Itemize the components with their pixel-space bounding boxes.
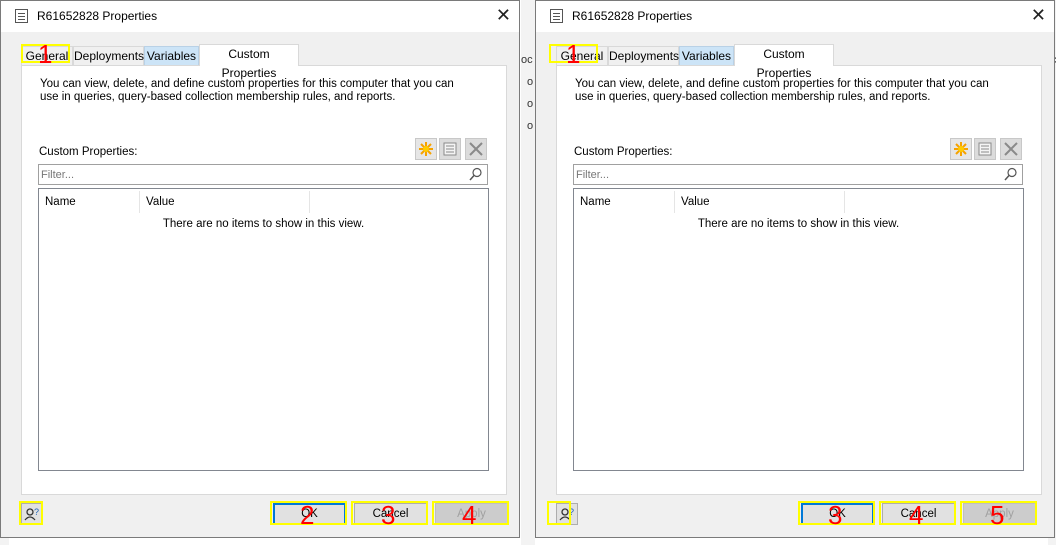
- apply-button[interactable]: Apply: [435, 503, 508, 525]
- apply-button[interactable]: Apply: [963, 503, 1036, 525]
- column-header-value[interactable]: Value: [140, 191, 310, 213]
- properties-icon: [443, 142, 457, 156]
- new-property-button[interactable]: [415, 138, 437, 160]
- cancel-button[interactable]: Cancel: [882, 503, 955, 525]
- new-star-icon: [419, 142, 433, 156]
- ok-button[interactable]: OK: [273, 503, 346, 525]
- filter-input[interactable]: [576, 167, 996, 182]
- tab-general[interactable]: General: [21, 46, 73, 65]
- custom-properties-panel: You can view, delete, and define custom …: [556, 65, 1042, 495]
- delete-icon: [469, 142, 483, 156]
- close-icon[interactable]: ✕: [496, 5, 511, 25]
- properties-dialog-right: R61652828 Properties ✕ General Deploymen…: [535, 0, 1055, 538]
- tab-deployments[interactable]: Deployments: [73, 46, 144, 65]
- tab-custom-properties[interactable]: Custom Properties: [734, 44, 834, 80]
- help-button[interactable]: ?: [556, 503, 578, 525]
- empty-list-message: There are no items to show in this view.: [697, 218, 900, 230]
- custom-properties-panel: You can view, delete, and define custom …: [21, 65, 507, 495]
- tab-custom-properties[interactable]: Custom Properties: [199, 44, 299, 80]
- custom-properties-list[interactable]: Name Value There are no items to show in…: [38, 188, 489, 471]
- properties-button[interactable]: [439, 138, 461, 160]
- help-button[interactable]: ?: [21, 503, 43, 525]
- column-header-name[interactable]: Name: [39, 191, 140, 213]
- properties-window-icon: [15, 9, 28, 23]
- delete-icon: [1004, 142, 1018, 156]
- tab-variables[interactable]: Variables: [144, 46, 199, 65]
- properties-icon: [978, 142, 992, 156]
- title-bar[interactable]: R61652828 Properties ✕: [536, 1, 1054, 32]
- title-bar[interactable]: R61652828 Properties ✕: [1, 1, 519, 32]
- column-header-name[interactable]: Name: [574, 191, 675, 213]
- window-title: R61652828 Properties: [37, 9, 158, 23]
- background-text: o: [527, 120, 534, 132]
- tab-general[interactable]: General: [556, 46, 608, 65]
- svg-text:?: ?: [569, 507, 574, 517]
- window-title: R61652828 Properties: [572, 9, 693, 23]
- close-icon[interactable]: ✕: [1031, 5, 1046, 25]
- custom-properties-list[interactable]: Name Value There are no items to show in…: [573, 188, 1024, 471]
- custom-properties-label: Custom Properties:: [574, 146, 673, 158]
- delete-button[interactable]: [1000, 138, 1022, 160]
- properties-button[interactable]: [974, 138, 996, 160]
- new-star-icon: [954, 142, 968, 156]
- filter-input[interactable]: [41, 167, 461, 182]
- help-person-icon: ?: [24, 507, 39, 521]
- background-text: o: [527, 98, 534, 110]
- custom-properties-label: Custom Properties:: [39, 146, 138, 158]
- properties-dialog-left: R61652828 Properties ✕ General Deploymen…: [0, 0, 520, 538]
- svg-text:?: ?: [34, 507, 39, 517]
- tab-deployments[interactable]: Deployments: [608, 46, 679, 65]
- filter-box: [573, 164, 1023, 185]
- new-property-button[interactable]: [950, 138, 972, 160]
- search-icon[interactable]: [469, 167, 483, 181]
- ok-button[interactable]: OK: [801, 503, 874, 525]
- delete-button[interactable]: [465, 138, 487, 160]
- filter-box: [38, 164, 488, 185]
- properties-window-icon: [550, 9, 563, 23]
- help-person-icon: ?: [559, 507, 574, 521]
- tab-variables[interactable]: Variables: [679, 46, 734, 65]
- background-text: oc: [521, 54, 533, 66]
- empty-list-message: There are no items to show in this view.: [162, 218, 365, 230]
- cancel-button[interactable]: Cancel: [354, 503, 427, 525]
- background-text: o: [527, 76, 534, 88]
- column-header-value[interactable]: Value: [675, 191, 845, 213]
- search-icon[interactable]: [1004, 167, 1018, 181]
